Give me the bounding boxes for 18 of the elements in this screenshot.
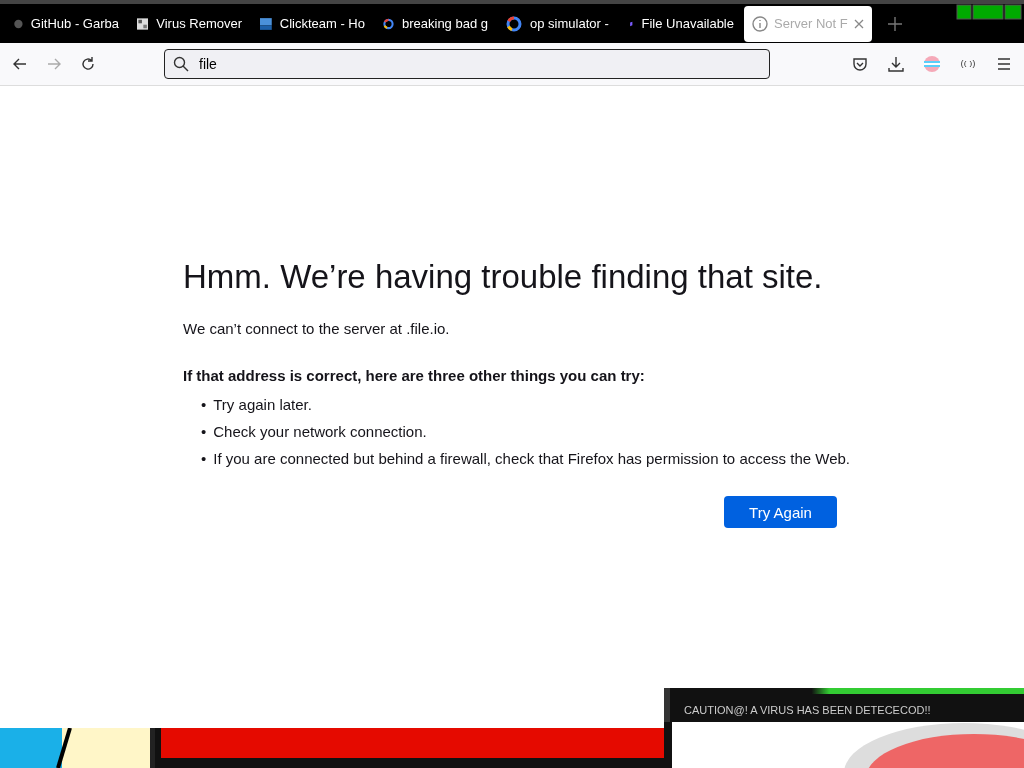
browser-tab[interactable]: op simulator - <box>498 5 619 42</box>
popup-title: CAUTION@! A VIRUS HAS BEEN DETECECOD!! <box>684 704 931 716</box>
browser-tab[interactable]: GitHub - Garba <box>6 5 127 42</box>
bullet: • <box>201 450 207 468</box>
browser-tab[interactable]: Virus Remover <box>129 5 250 42</box>
browser-tab[interactable]: Clickteam - Ho <box>252 5 373 42</box>
bullet: • <box>201 423 207 441</box>
browser-tab[interactable]: breaking bad g <box>375 5 496 42</box>
tips-heading: If that address is correct, here are three other things you can try: <box>183 367 646 384</box>
bullet: • <box>201 396 207 414</box>
tip-item: Try again later. <box>213 396 312 414</box>
try-again-button[interactable]: Try Again <box>724 496 837 528</box>
tip-item: If you are connected but behind a firewall, check that Firefox has permission to access the Web. <box>213 450 850 468</box>
error-title: Hmm. We’re having trouble finding that site. <box>183 258 824 296</box>
address-bar[interactable]: file <box>164 49 770 79</box>
error-message: We can’t connect to the server at .file.io. <box>183 320 451 337</box>
tip-item: Check your network connection. <box>213 423 427 441</box>
browser-tab[interactable]: File Unavailable <box>621 5 742 42</box>
